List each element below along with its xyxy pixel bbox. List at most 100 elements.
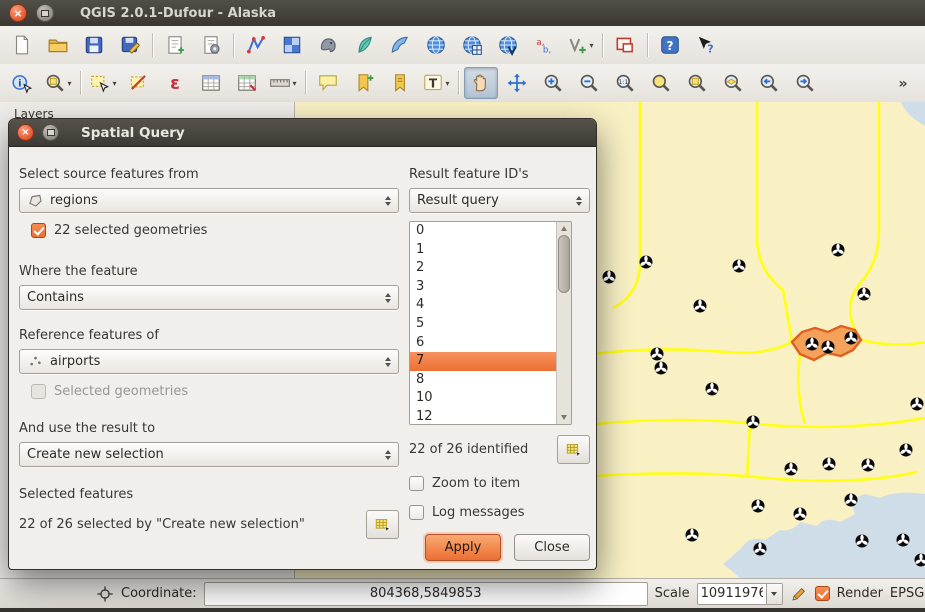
- dropdown-arrow-icon[interactable]: ▾: [445, 79, 449, 88]
- new-shapefile-layer-button[interactable]: ▾: [563, 29, 597, 61]
- measure-line-button[interactable]: ▾: [266, 67, 300, 99]
- add-wcs-layer-button[interactable]: [455, 29, 489, 61]
- list-scrollbar[interactable]: [556, 222, 571, 424]
- result-id-item[interactable]: 10: [410, 389, 557, 408]
- zoom-to-item-checkbox[interactable]: [409, 476, 424, 491]
- add-delimited-text-layer-button[interactable]: a,b,: [527, 29, 561, 61]
- dialog-restore-button[interactable]: [42, 124, 59, 141]
- result-id-item[interactable]: 1: [410, 241, 557, 260]
- window-close-button[interactable]: ×: [9, 4, 27, 22]
- select-rectangle-button[interactable]: ▾: [86, 67, 120, 99]
- dropdown-arrow-icon[interactable]: ▾: [112, 79, 116, 88]
- open-project-button[interactable]: [41, 29, 75, 61]
- result-id-item[interactable]: 6: [410, 334, 557, 353]
- open-attribute-table-button[interactable]: [194, 67, 228, 99]
- pan-to-selection-button[interactable]: [500, 67, 534, 99]
- airport-symbol: [706, 383, 719, 396]
- new-project-icon: [11, 34, 33, 56]
- result-id-item[interactable]: 7: [410, 352, 557, 371]
- select-by-location-button[interactable]: ▾: [41, 67, 75, 99]
- identify-features-button[interactable]: i: [5, 67, 39, 99]
- zoom-to-item-row: Zoom to item: [409, 476, 590, 491]
- zoom-to-selection-button[interactable]: [680, 67, 714, 99]
- render-checkbox[interactable]: [815, 586, 830, 601]
- map-tips-button[interactable]: [311, 67, 345, 99]
- close-button[interactable]: Close: [514, 534, 590, 561]
- airport-symbol: [651, 348, 664, 361]
- new-bookmark-button[interactable]: [347, 67, 381, 99]
- source-layer-combobox[interactable]: regions: [19, 188, 399, 213]
- result-id-item[interactable]: 0: [410, 222, 557, 241]
- toolbar-separator: [458, 71, 459, 95]
- select-features-button[interactable]: [366, 510, 399, 539]
- dropdown-arrow-icon[interactable]: ▾: [292, 79, 296, 88]
- dialog-close-button[interactable]: ×: [17, 124, 34, 141]
- result-query-combobox[interactable]: Result query: [409, 188, 590, 213]
- pencil-icon[interactable]: [790, 585, 808, 603]
- zoom-out-button[interactable]: [572, 67, 606, 99]
- whats-this-button[interactable]: ?: [689, 29, 723, 61]
- dropdown-arrow-icon[interactable]: ▾: [67, 79, 71, 88]
- zoom-last-button[interactable]: [752, 67, 786, 99]
- zoom-in-button[interactable]: [536, 67, 570, 99]
- show-bookmarks-button[interactable]: [383, 67, 417, 99]
- result-id-item[interactable]: 12: [410, 408, 557, 424]
- add-spatialite-layer-button[interactable]: [347, 29, 381, 61]
- identify-result-button[interactable]: [557, 435, 590, 464]
- apply-button[interactable]: Apply: [425, 534, 501, 561]
- add-raster-layer-button[interactable]: [275, 29, 309, 61]
- scale-input[interactable]: [698, 584, 766, 604]
- help-contents-button[interactable]: ?: [653, 29, 687, 61]
- field-calculator-button[interactable]: ε: [158, 67, 192, 99]
- file-layers-toolbar: a,b, ▾??: [0, 26, 925, 65]
- add-wms-layer-button[interactable]: [419, 29, 453, 61]
- save-project-as-button[interactable]: [113, 29, 147, 61]
- source-selected-checkbox[interactable]: [31, 223, 46, 238]
- reference-layer-combobox[interactable]: airports: [19, 349, 399, 374]
- window-titlebar: × QGIS 2.0.1-Dufour - Alaska: [0, 0, 925, 27]
- reference-layer-value: airports: [50, 354, 100, 369]
- add-postgis-layer-button[interactable]: [311, 29, 345, 61]
- result-id-item[interactable]: 4: [410, 296, 557, 315]
- window-bottom-edge: [0, 608, 925, 612]
- combo-arrows-icon: [377, 450, 391, 460]
- airport-symbol: [862, 459, 875, 472]
- zoom-next-button[interactable]: [788, 67, 822, 99]
- save-project-button[interactable]: [77, 29, 111, 61]
- pan-map-button[interactable]: [464, 67, 498, 99]
- airport-symbol: [785, 463, 798, 476]
- result-id-item[interactable]: 5: [410, 315, 557, 334]
- save-project-as-icon: [119, 34, 141, 56]
- operation-combobox[interactable]: Contains: [19, 285, 399, 310]
- toolbar-separator: [80, 71, 81, 95]
- zoom-full-button[interactable]: [644, 67, 678, 99]
- open-project-icon: [47, 34, 69, 56]
- toolbar-overflow-button[interactable]: »: [886, 67, 920, 99]
- add-vector-layer-button[interactable]: [239, 29, 273, 61]
- result-id-item[interactable]: 8: [410, 371, 557, 390]
- result-ids-listbox: 0123456781012: [409, 221, 572, 425]
- reference-selected-checkbox-row: Selected geometries: [31, 384, 399, 399]
- text-annotation-button[interactable]: T▾: [419, 67, 453, 99]
- new-print-composer-icon: [164, 34, 186, 56]
- window-restore-button[interactable]: [36, 4, 54, 22]
- scale-dropdown-button[interactable]: [766, 584, 782, 604]
- status-bar: Coordinate: Scale Render EPSG:2964: [0, 578, 925, 608]
- add-wfs-layer-button[interactable]: [491, 29, 525, 61]
- zoom-to-layer-button[interactable]: [716, 67, 750, 99]
- scrollbar-thumb[interactable]: [558, 235, 570, 293]
- zoom-native-button[interactable]: 1:1: [608, 67, 642, 99]
- use-result-combobox[interactable]: Create new selection: [19, 442, 399, 467]
- dropdown-arrow-icon[interactable]: ▾: [589, 41, 593, 50]
- result-id-item[interactable]: 2: [410, 259, 557, 278]
- new-project-button[interactable]: [5, 29, 39, 61]
- add-mssql-layer-button[interactable]: [383, 29, 417, 61]
- result-id-item[interactable]: 3: [410, 278, 557, 297]
- new-print-composer-button[interactable]: [158, 29, 192, 61]
- log-messages-checkbox[interactable]: [409, 505, 424, 520]
- deselect-all-button[interactable]: [122, 67, 156, 99]
- new-map-view-button[interactable]: [608, 29, 642, 61]
- composer-manager-button[interactable]: [194, 29, 228, 61]
- coordinate-input[interactable]: [204, 582, 648, 606]
- attribute-actions-button[interactable]: [230, 67, 264, 99]
